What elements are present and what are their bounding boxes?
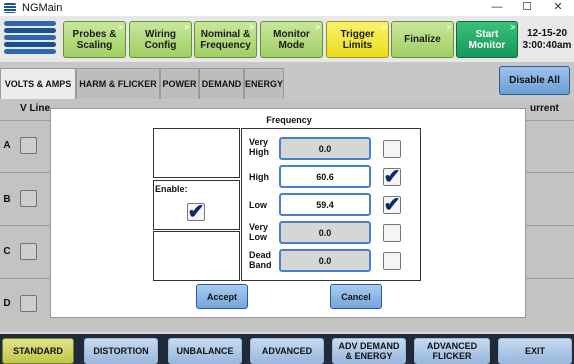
empty-panel-bottom [153,231,240,281]
chevron-right-icon: > [510,23,515,32]
wiring-config-button[interactable]: Wiring Config > [129,21,192,58]
accept-button[interactable]: Accept [196,284,248,309]
very-high-input[interactable]: 0.0 [279,137,371,160]
datetime: 12-15-20 3:00:40am [522,28,572,52]
check-icon: ✔ [187,201,205,223]
chevron-right-icon: > [381,23,386,32]
low-label: Low [249,200,267,210]
monitor-mode-button[interactable]: Monitor Mode > [260,21,323,58]
nav-unbalance[interactable]: UNBALANCE [168,338,242,364]
nav-exit[interactable]: EXIT [498,338,572,364]
start-monitor-button[interactable]: Start Monitor > [456,21,518,58]
disable-all-button[interactable]: Disable All [499,66,570,95]
dead-band-label: Dead Band [249,250,272,270]
dead-band-checkbox[interactable] [383,252,401,270]
dead-band-input[interactable]: 0.0 [279,249,371,272]
dialog-title: Frequency [266,115,312,125]
tab-power[interactable]: POWER [160,68,199,99]
nominal-frequency-button[interactable]: Nominal & Frequency > [194,21,257,58]
high-checkbox[interactable]: ✔ [383,166,401,188]
empty-panel-top [153,128,240,178]
minimize-button[interactable]: — [482,0,512,16]
very-low-checkbox[interactable] [383,224,401,242]
trigger-limits-button[interactable]: Trigger Limits > [326,21,389,58]
nav-advanced[interactable]: ADVANCED [250,338,324,364]
app-icon [4,3,16,13]
low-checkbox[interactable]: ✔ [383,194,401,216]
window-title: NGMain [22,2,63,14]
very-low-input[interactable]: 0.0 [279,221,371,244]
tab-volts-amps[interactable]: VOLTS & AMPS [0,68,76,99]
nav-adv-demand-energy-label: ADV DEMAND & ENERGY [338,341,400,361]
high-label: High [249,172,269,182]
tab-demand[interactable]: DEMAND [199,68,244,99]
close-button[interactable]: ✕ [543,0,573,16]
tab-harm-flicker[interactable]: HARM & FLICKER [76,68,160,99]
maximize-button[interactable]: ☐ [512,0,542,16]
chevron-right-icon: > [446,23,451,32]
nav-distortion[interactable]: DISTORTION [84,338,158,364]
time-text: 3:00:40am [522,40,572,51]
high-input[interactable]: 60.6 [279,165,371,188]
enable-label: Enable: [155,184,188,194]
nav-advanced-flicker[interactable]: ADVANCED FLICKER [414,338,490,364]
very-high-label: Very High [249,137,269,157]
probes-scaling-label: Probes & Scaling [72,28,117,51]
finalize-button[interactable]: Finalize > [391,21,454,58]
check-icon: ✔ [383,194,401,216]
nav-standard[interactable]: STANDARD [2,338,74,364]
start-monitor-label: Start Monitor [468,28,506,51]
chevron-right-icon: > [249,23,254,32]
very-low-label: Very Low [249,222,269,242]
nav-advanced-flicker-label: ADVANCED FLICKER [426,341,478,361]
logo [4,21,56,57]
date-text: 12-15-20 [526,28,568,39]
check-icon: ✔ [383,166,401,188]
very-high-checkbox[interactable] [383,140,401,158]
frequency-dialog: Frequency Enable: ✔ Very High 0.0 High 6… [50,108,526,318]
cancel-button[interactable]: Cancel [330,284,382,309]
chevron-right-icon: > [184,23,189,32]
nominal-frequency-label: Nominal & Frequency [200,28,251,51]
probes-scaling-button[interactable]: Probes & Scaling > [63,21,126,58]
enable-checkbox[interactable]: ✔ [187,201,205,223]
trigger-limits-label: Trigger Limits [340,28,375,51]
monitor-mode-label: Monitor Mode [273,28,310,51]
finalize-label: Finalize [404,34,441,45]
nav-adv-demand-energy[interactable]: ADV DEMAND & ENERGY [332,338,406,364]
low-input[interactable]: 59.4 [279,193,371,216]
wiring-config-label: Wiring Config [144,28,177,51]
chevron-right-icon: > [118,23,123,32]
tab-energy[interactable]: ENERGY [244,68,284,99]
chevron-right-icon: > [315,23,320,32]
